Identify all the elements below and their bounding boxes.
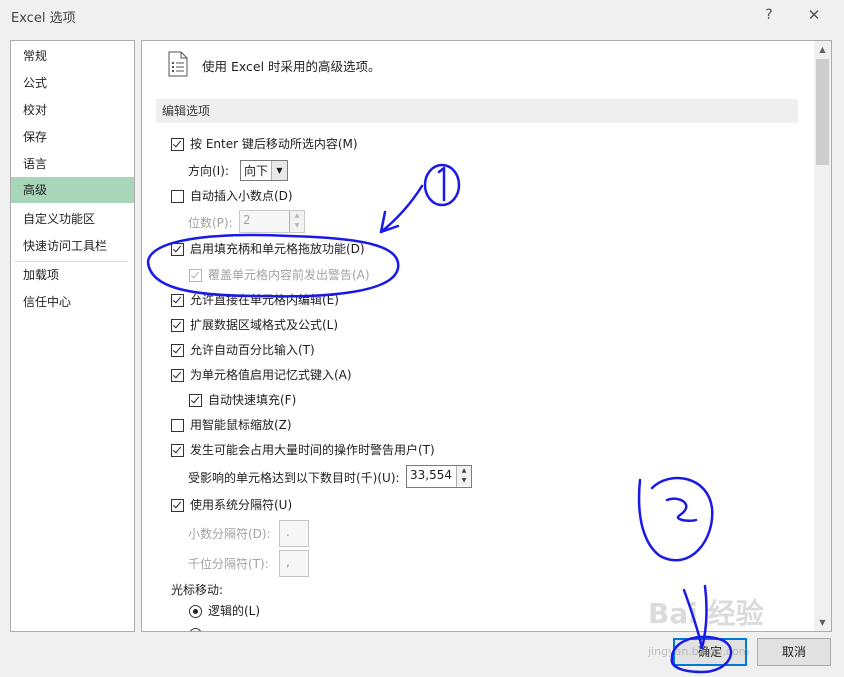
nav-item-save[interactable]: 保存 [11, 124, 134, 150]
option-label: 允许直接在单元格内编辑(E) [190, 293, 339, 307]
option-label: 自动快速填充(F) [208, 393, 297, 407]
option-label: 按 Enter 键后移动所选内容(M) [190, 137, 358, 151]
close-button[interactable]: ✕ [801, 4, 827, 26]
option-label: 启用填充柄和单元格拖放功能(D) [190, 242, 365, 256]
option-label: 使用系统分隔符(U) [190, 498, 293, 512]
radio-button[interactable] [189, 605, 202, 618]
option-label: 覆盖单元格内容前发出警告(A) [208, 268, 370, 282]
nav-item-formulas[interactable]: 公式 [11, 70, 134, 96]
option-label: 自动插入小数点(D) [190, 189, 293, 203]
checkbox[interactable] [189, 269, 202, 282]
scroll-down-icon[interactable]: ▼ [814, 614, 831, 631]
checkbox[interactable] [171, 419, 184, 432]
spin-down-icon[interactable]: ▼ [290, 221, 304, 231]
cells-affected-value: 33,554 [410, 468, 452, 482]
nav-item-addins[interactable]: 加载项 [11, 262, 134, 288]
decimal-separator-input[interactable]: . [279, 520, 309, 547]
nav-item-customize-ribbon[interactable]: 自定义功能区 [11, 206, 134, 232]
thousands-separator-label: 千位分隔符(T): [188, 557, 269, 571]
scroll-up-icon[interactable]: ▲ [814, 41, 831, 58]
checkbox[interactable] [171, 444, 184, 457]
places-value: 2 [243, 213, 251, 227]
option-label: 扩展数据区域格式及公式(L) [190, 318, 339, 332]
cells-affected-spinner[interactable]: 33,554 ▲ ▼ [406, 465, 472, 488]
category-nav: 常规 公式 校对 保存 语言 高级 自定义功能区 快速访问工具栏 加载项 信任中… [10, 40, 135, 632]
cells-affected-label: 受影响的单元格达到以下数目时(千)(U): [188, 471, 400, 485]
checkbox[interactable] [171, 499, 184, 512]
nav-item-advanced[interactable]: 高级 [11, 177, 134, 203]
window-title: Excel 选项 [11, 11, 76, 26]
nav-item-general[interactable]: 常规 [11, 43, 134, 69]
page-description: 使用 Excel 时采用的高级选项。 [202, 59, 381, 74]
checkbox[interactable] [171, 344, 184, 357]
checkbox[interactable] [171, 294, 184, 307]
radio-button[interactable] [189, 628, 202, 631]
nav-item-language[interactable]: 语言 [11, 151, 134, 177]
direction-dropdown[interactable]: 向下 ▼ [240, 160, 288, 181]
direction-label: 方向(I): [188, 164, 229, 178]
checkbox[interactable] [189, 394, 202, 407]
section-editing-options: 编辑选项 [156, 99, 798, 123]
option-label: 允许自动百分比输入(T) [190, 343, 315, 357]
scroll-thumb[interactable] [816, 59, 829, 165]
watermark-brand: Bai 经验 [648, 597, 764, 630]
checkbox[interactable] [171, 369, 184, 382]
watermark-url: jingyan.baidu.com [648, 645, 750, 658]
cancel-button[interactable]: 取消 [757, 638, 831, 666]
decimal-separator-value: . [286, 525, 290, 539]
title-bar: Excel 选项 ? ✕ [0, 0, 844, 30]
places-spinner[interactable]: 2 ▲ ▼ [239, 210, 305, 233]
checkbox[interactable] [171, 138, 184, 151]
vertical-scrollbar[interactable]: ▲ ▼ [814, 41, 831, 631]
chevron-down-icon[interactable]: ▼ [271, 161, 287, 180]
checkbox[interactable] [171, 319, 184, 332]
decimal-separator-label: 小数分隔符(D): [188, 527, 271, 541]
spin-down-icon[interactable]: ▼ [457, 476, 471, 486]
option-label: 为单元格值启用记忆式键入(A) [190, 368, 352, 382]
checkbox[interactable] [171, 243, 184, 256]
places-label: 位数(P): [188, 216, 233, 230]
checkbox[interactable] [171, 190, 184, 203]
option-label: 用智能鼠标缩放(Z) [190, 418, 292, 432]
thousands-separator-input[interactable]: , [279, 550, 309, 577]
option-label: 逻辑的(L) [208, 604, 261, 618]
cursor-movement-label: 光标移动: [171, 583, 224, 597]
nav-item-quick-access[interactable]: 快速访问工具栏 [11, 233, 134, 259]
direction-value: 向下 [244, 164, 269, 178]
nav-item-trust-center[interactable]: 信任中心 [11, 289, 134, 315]
nav-item-proofing[interactable]: 校对 [11, 97, 134, 123]
option-label: 发生可能会占用大量时间的操作时警告用户(T) [190, 443, 435, 457]
options-document-icon [168, 51, 188, 77]
help-button[interactable]: ? [756, 4, 782, 26]
options-panel: 使用 Excel 时采用的高级选项。 编辑选项 按 Enter 键后移动所选内容… [141, 40, 832, 632]
thousands-separator-value: , [286, 555, 290, 569]
